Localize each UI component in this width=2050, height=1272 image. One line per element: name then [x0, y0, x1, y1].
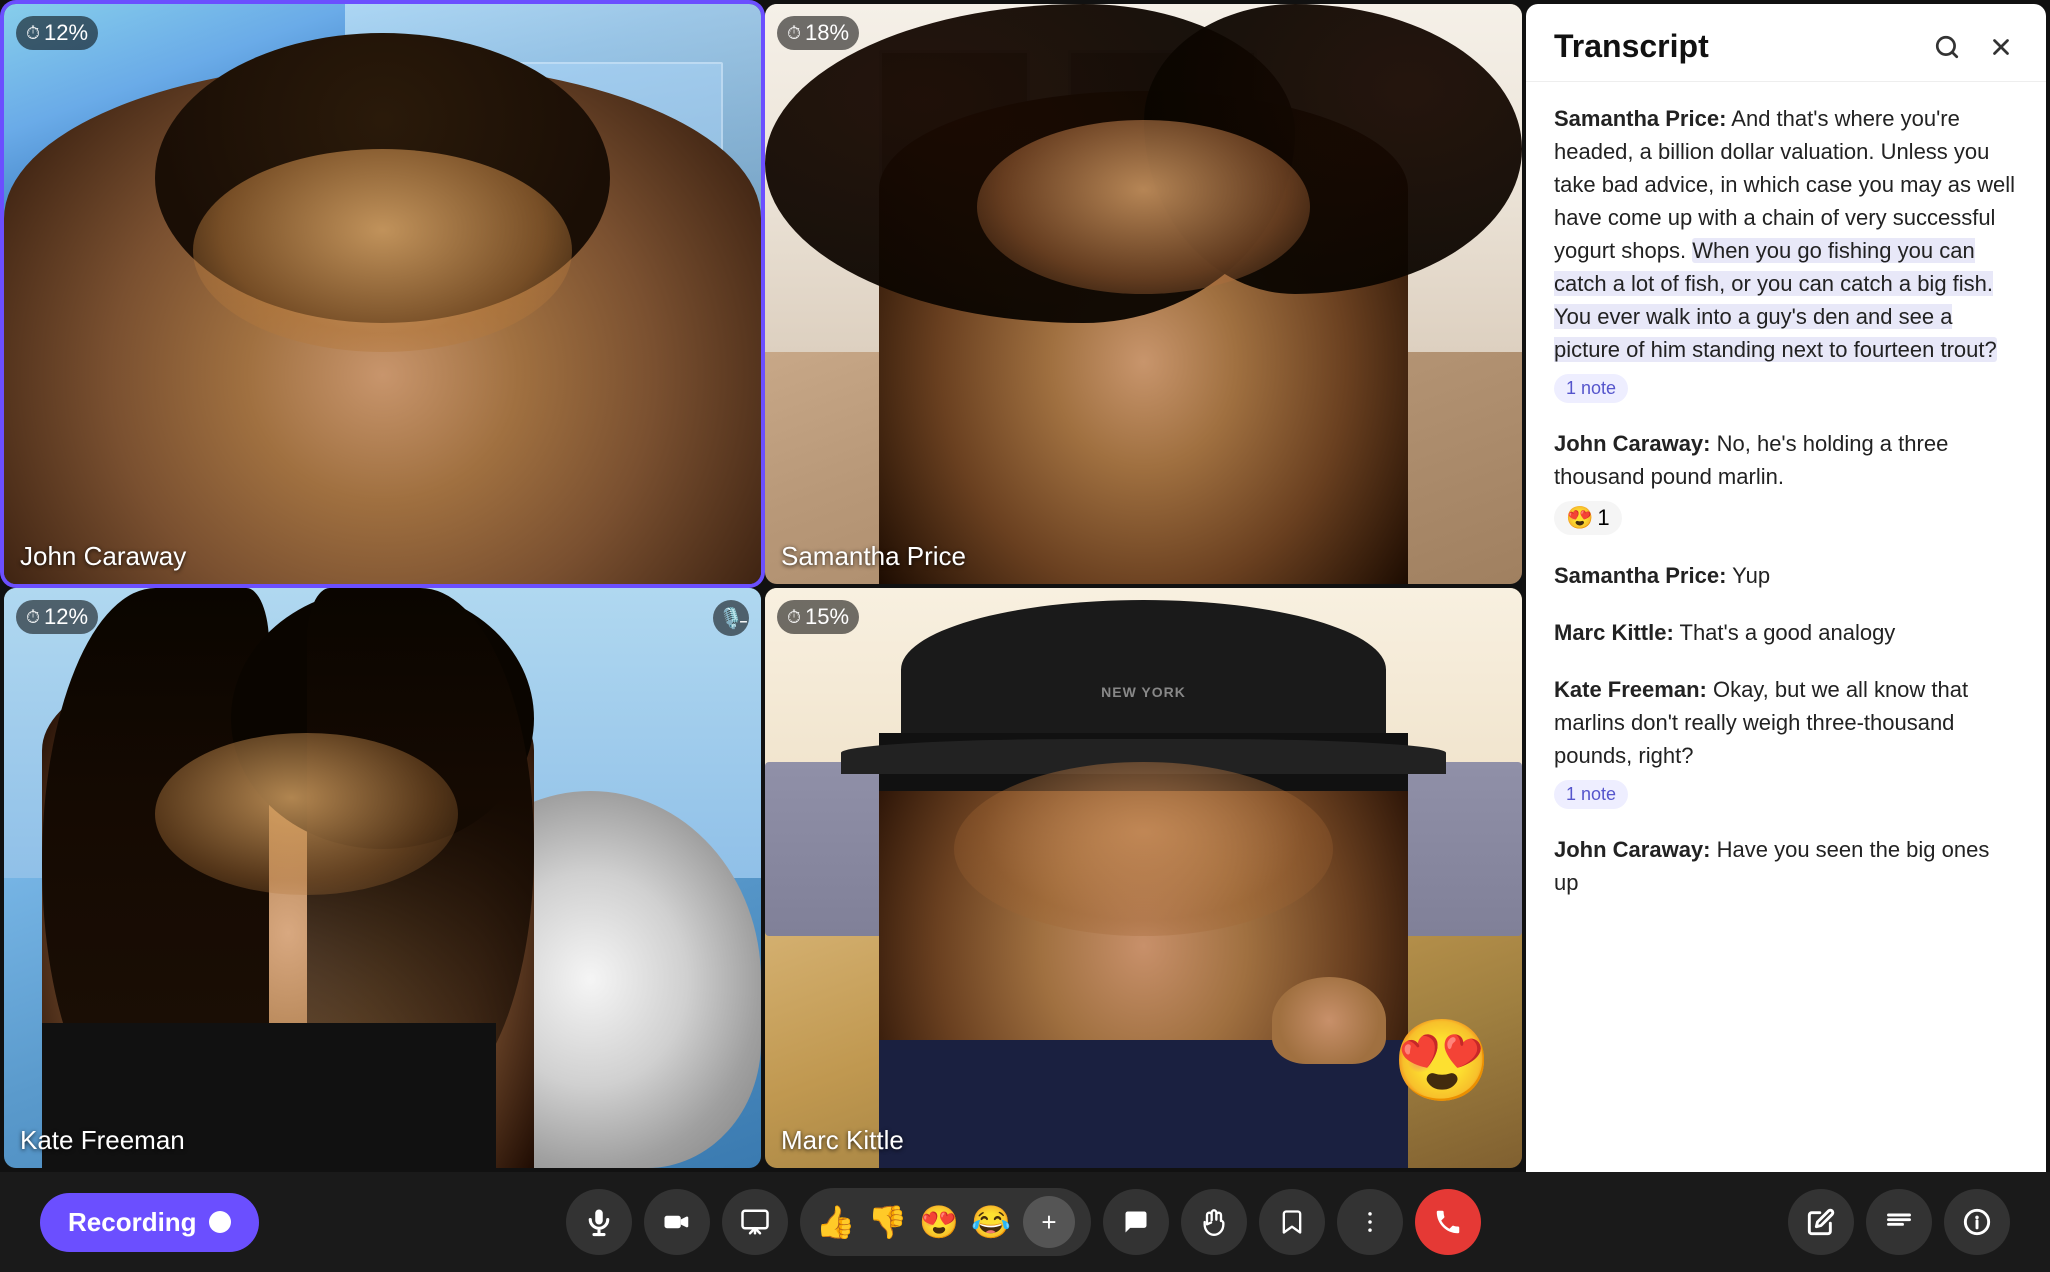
speaker-name-5: Kate Freeman:: [1554, 677, 1707, 702]
transcript-panel: Transcript: [1526, 4, 2046, 1172]
samantha-name-label: Samantha Price: [781, 541, 966, 572]
video-tile-samantha: ⏱ 18% Samantha Price: [765, 4, 1522, 584]
bookmark-button[interactable]: [1259, 1189, 1325, 1255]
toolbar-left: Recording: [40, 1193, 259, 1252]
toolbar-right: [1788, 1189, 2010, 1255]
clock-icon-4: ⏱: [787, 607, 801, 628]
transcript-title: Transcript: [1554, 28, 1709, 65]
marc-name-label: Marc Kittle: [781, 1125, 904, 1156]
edit-notes-button[interactable]: [1788, 1189, 1854, 1255]
transcript-entry-6: John Caraway: Have you seen the big ones…: [1554, 833, 2018, 899]
samantha-talk-percent: ⏱ 18%: [777, 16, 859, 50]
transcript-body[interactable]: Samantha Price: And that's where you're …: [1526, 82, 2046, 1172]
highlighted-text-1: When you go fishing you can catch a lot …: [1554, 238, 1997, 362]
thumbsdown-emoji-button[interactable]: 👎: [867, 1203, 907, 1241]
laugh-emoji-button[interactable]: 😂: [971, 1203, 1011, 1241]
john-name-label: John Caraway: [20, 541, 186, 572]
raise-hand-button[interactable]: [1181, 1189, 1247, 1255]
screen-share-button[interactable]: [722, 1189, 788, 1255]
add-emoji-button[interactable]: +: [1023, 1196, 1075, 1248]
transcript-text-4: Marc Kittle: That's a good analogy: [1554, 616, 2018, 649]
marc-emoji-overlay: 😍: [1392, 1014, 1492, 1108]
recording-button[interactable]: Recording: [40, 1193, 259, 1252]
john-talk-percent: ⏱ 12%: [16, 16, 98, 50]
transcript-text-1: Samantha Price: And that's where you're …: [1554, 102, 2018, 366]
transcript-text-5: Kate Freeman: Okay, but we all know that…: [1554, 673, 2018, 772]
speaker-name-3: Samantha Price:: [1554, 563, 1726, 588]
transcript-entry-2: John Caraway: No, he's holding a three t…: [1554, 427, 2018, 535]
video-grid: ⏱ 12% John Caraway: [0, 0, 1526, 1172]
transcript-button[interactable]: [1866, 1189, 1932, 1255]
thumbsup-emoji-button[interactable]: 👍: [816, 1203, 856, 1241]
recording-label: Recording: [68, 1207, 197, 1238]
recording-dot: [209, 1211, 231, 1233]
john-talk-percent-container: ⏱ 12%: [16, 16, 98, 50]
transcript-entry-3: Samantha Price: Yup: [1554, 559, 2018, 592]
transcript-header: Transcript: [1526, 4, 2046, 82]
speaker-name-4: Marc Kittle:: [1554, 620, 1674, 645]
reaction-emoji-1: 😍: [1566, 505, 1593, 531]
toolbar-center: 👍 👎 😍 😂 +: [566, 1188, 1481, 1256]
transcript-text-2: John Caraway: No, he's holding a three t…: [1554, 427, 2018, 493]
kate-mute-icon: 🎙️̵: [713, 600, 749, 636]
transcript-header-icons: [1930, 30, 2018, 64]
marc-talk-percent: ⏱ 15%: [777, 600, 859, 634]
note-badge-1[interactable]: 1 note: [1554, 374, 1628, 403]
samantha-talk-percent-container: ⏱ 18%: [777, 16, 859, 50]
video-tile-kate: ⏱ 12% 🎙️̵ Kate Freeman: [4, 588, 761, 1168]
transcript-text-6: John Caraway: Have you seen the big ones…: [1554, 833, 2018, 899]
clock-icon-2: ⏱: [787, 23, 801, 44]
speaker-name-2: John Caraway:: [1554, 431, 1711, 456]
transcript-entry-1: Samantha Price: And that's where you're …: [1554, 102, 2018, 403]
chat-button[interactable]: [1103, 1189, 1169, 1255]
marc-talk-percent-container: ⏱ 15%: [777, 600, 859, 634]
heart-eyes-emoji-button[interactable]: 😍: [919, 1203, 959, 1241]
video-tile-john: ⏱ 12% John Caraway: [4, 4, 761, 584]
mic-button[interactable]: [566, 1189, 632, 1255]
reaction-badge-1: 😍 1: [1554, 501, 1622, 535]
speaker-name-1: Samantha Price:: [1554, 106, 1726, 131]
kate-name-label: Kate Freeman: [20, 1125, 185, 1156]
transcript-entry-4: Marc Kittle: That's a good analogy: [1554, 616, 2018, 649]
kate-talk-percent-container: ⏱ 12%: [16, 600, 98, 634]
kate-talk-percent: ⏱ 12%: [16, 600, 98, 634]
more-options-button[interactable]: [1337, 1189, 1403, 1255]
clock-icon: ⏱: [26, 23, 40, 44]
video-tile-marc: NEW YORK ⏱ 15% Marc Kittle 😍: [765, 588, 1522, 1168]
speaker-name-6: John Caraway:: [1554, 837, 1711, 862]
transcript-entry-5: Kate Freeman: Okay, but we all know that…: [1554, 673, 2018, 809]
clock-icon-3: ⏱: [26, 607, 40, 628]
note-badge-2[interactable]: 1 note: [1554, 780, 1628, 809]
toolbar: Recording: [0, 1172, 2050, 1272]
transcript-search-button[interactable]: [1930, 30, 1964, 64]
camera-button[interactable]: [644, 1189, 710, 1255]
hangup-button[interactable]: [1415, 1189, 1481, 1255]
reaction-count-1: 1: [1597, 505, 1609, 531]
transcript-close-button[interactable]: [1984, 30, 2018, 64]
info-button[interactable]: [1944, 1189, 2010, 1255]
main-area: ⏱ 12% John Caraway: [0, 0, 2050, 1172]
emoji-bar: 👍 👎 😍 😂 +: [800, 1188, 1091, 1256]
transcript-text-3: Samantha Price: Yup: [1554, 559, 2018, 592]
